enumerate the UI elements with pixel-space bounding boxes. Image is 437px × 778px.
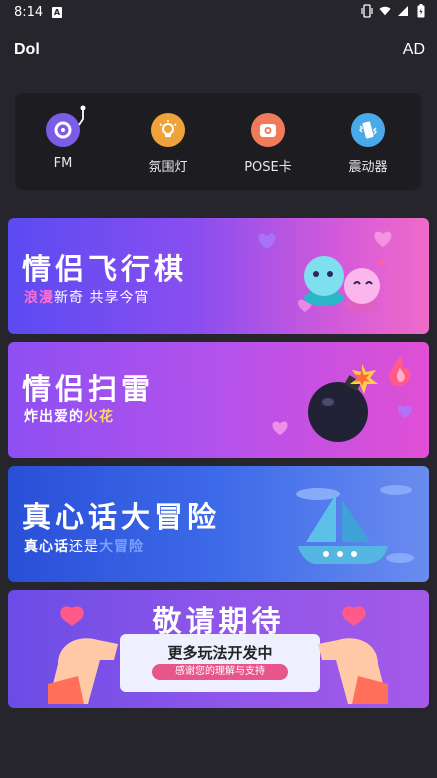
subtitle-text: 还是 <box>69 539 99 555</box>
card-title: 真心话大冒险 <box>22 500 221 534</box>
status-icons <box>361 4 427 18</box>
bomb-illustration <box>308 356 411 442</box>
camera-icon <box>251 113 285 147</box>
app-bar: Dol AD <box>0 36 437 66</box>
card-title: 情侣扫雷 <box>22 372 155 406</box>
card-flying-chess[interactable]: 情侣飞行棋 浪漫新奇 共享今宵 <box>8 218 429 334</box>
heart-hand-right-illustration <box>318 606 388 704</box>
notification-icon: A <box>52 7 62 18</box>
battery-icon <box>415 4 427 18</box>
heart-hand-left-illustration <box>48 606 118 704</box>
tool-label: FM <box>53 156 73 171</box>
signal-icon <box>397 4 409 18</box>
card-truth-or-dare[interactable]: 真心话大冒险 真心话还是大冒险 <box>8 466 429 582</box>
status-bar: 8:14 A <box>0 0 437 26</box>
subtitle-text: 新奇 共享今宵 <box>54 290 150 306</box>
notice-card: 更多玩法开发中 感谢您的理解与支持 <box>120 634 320 692</box>
status-time: 8:14 <box>14 5 44 20</box>
tool-ambient-light[interactable]: 氛围灯 <box>118 113 218 175</box>
subtitle-text: 炸出爱的 <box>24 409 84 425</box>
card-subtitle: 浪漫新奇 共享今宵 <box>24 287 149 307</box>
wifi-icon <box>379 4 391 18</box>
tool-label: 震动器 <box>348 160 388 175</box>
subtitle-highlight-truth: 真心话 <box>24 539 69 555</box>
heart-decoration <box>272 421 288 436</box>
card-subtitle: 真心话还是大冒险 <box>24 536 144 556</box>
tool-fm[interactable]: FM <box>13 105 113 171</box>
subtitle-highlight: 火花 <box>84 409 114 425</box>
subtitle-highlight: 浪漫 <box>24 290 54 306</box>
heart-decoration <box>258 233 276 249</box>
ad-button[interactable]: AD <box>403 41 425 59</box>
tool-label: POSE卡 <box>244 160 292 175</box>
notice-sub: 感谢您的理解与支持 <box>152 664 288 680</box>
chess-pieces-illustration <box>304 256 386 313</box>
vibrate-icon <box>361 4 373 18</box>
card-title: 情侣飞行棋 <box>22 252 188 286</box>
vinyl-record-icon <box>46 105 86 147</box>
sailboat-illustration <box>296 485 414 564</box>
card-minesweeper[interactable]: 情侣扫雷 炸出爱的火花 <box>8 342 429 458</box>
tool-panel: FM 氛围灯 POSE卡 震动器 <box>15 93 421 190</box>
app-title: Dol <box>14 41 40 58</box>
vibrate-phone-icon <box>351 113 385 147</box>
notice-main: 更多玩法开发中 <box>167 644 273 662</box>
card-coming-soon: 敬请期待 更多玩法开发中 感谢您的理解与支持 <box>8 590 429 708</box>
subtitle-highlight-dare: 大冒险 <box>99 539 144 555</box>
card-subtitle: 炸出爱的火花 <box>24 406 114 426</box>
tool-label: 氛围灯 <box>148 160 188 175</box>
tool-pose-card[interactable]: POSE卡 <box>218 113 318 175</box>
tool-vibrator[interactable]: 震动器 <box>318 113 418 175</box>
lightbulb-icon <box>151 113 185 147</box>
